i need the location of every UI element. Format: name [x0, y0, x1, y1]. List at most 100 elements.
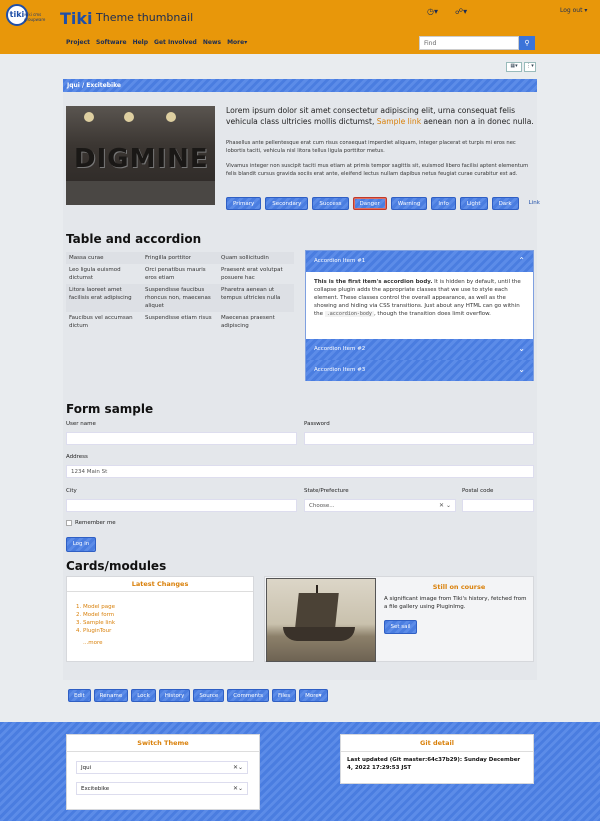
- login-button[interactable]: Log in: [66, 537, 96, 552]
- source-button[interactable]: Source: [193, 689, 225, 702]
- logout-label: Log out: [560, 7, 583, 14]
- accordion-item-2-header[interactable]: Accordion Item #2 ⌄: [306, 339, 533, 360]
- list-item[interactable]: PluginTour: [83, 627, 115, 635]
- sample-link[interactable]: Sample link: [377, 117, 421, 126]
- ship-image: [266, 578, 376, 662]
- table-row: Leo ligula euismod dictumst Orci penatibu…: [66, 264, 294, 284]
- logout-menu[interactable]: Log out ▾: [560, 7, 587, 14]
- accordion-item-2-title: Accordion Item #2: [314, 346, 366, 352]
- search-input[interactable]: Find: [419, 36, 519, 50]
- nav-more[interactable]: More▾: [227, 39, 247, 46]
- still-on-course-text: A significant image from Tiki's history,…: [384, 596, 527, 610]
- form-heading: Form sample: [66, 402, 154, 416]
- paragraph-1: Phasellus ante pellentesque erat cum ris…: [226, 140, 516, 154]
- hero-image: DIGMINE: [66, 106, 215, 205]
- light-button[interactable]: Light: [459, 197, 488, 210]
- table-cell: Leo ligula euismod dictumst: [69, 267, 121, 281]
- password-field[interactable]: [304, 432, 534, 445]
- address-field[interactable]: 1234 Main St: [66, 465, 534, 478]
- accordion-body-bold: This is the first item's accordion body.: [314, 279, 433, 285]
- history-button[interactable]: History: [158, 689, 191, 702]
- secondary-button[interactable]: Secondary: [265, 197, 309, 210]
- remember-label: Remember me: [75, 520, 116, 526]
- primary-button[interactable]: Primary: [226, 197, 262, 210]
- nav-help[interactable]: Help: [133, 39, 148, 46]
- table-cell: Orci penatibus mauris eros etiam: [145, 267, 206, 281]
- paragraph-2: Vivamus integer non suscipit taciti mus …: [226, 163, 529, 177]
- chevron-down-icon: ✕⌄: [232, 764, 243, 771]
- chevron-down-icon: ⌄: [518, 365, 525, 374]
- options-icon[interactable]: ⋮▾: [524, 62, 536, 72]
- nav-get-involved[interactable]: Get Involved: [154, 39, 197, 46]
- lead-text: Lorem ipsum dolor sit amet consectetur a…: [226, 106, 534, 127]
- state-label: State/Prefecture: [304, 488, 349, 494]
- city-field[interactable]: [66, 499, 297, 512]
- files-button[interactable]: Files: [272, 689, 297, 702]
- table-cell: Pharetra aenean ut tempus ultricies null…: [221, 287, 281, 301]
- table-cell: Litora laoreet amet facilisis erat adipi…: [69, 287, 132, 301]
- top-header: tiki wiki cms groupware Tiki Theme thumb…: [0, 0, 600, 54]
- rename-button[interactable]: Rename: [93, 689, 129, 702]
- table-row: Massa curae Fringilla porttitor Quam solli…: [66, 252, 294, 264]
- more-link[interactable]: ...more: [83, 640, 103, 646]
- logo-text: wiki cms groupware: [24, 12, 46, 22]
- remember-checkbox[interactable]: [66, 520, 72, 526]
- chevron-down-icon: ✕⌄: [232, 785, 243, 792]
- switch-theme-title: Switch Theme: [67, 735, 259, 752]
- chevron-up-icon: ⌃: [518, 256, 525, 265]
- accordion-item-3-title: Accordion Item #3: [314, 367, 366, 373]
- username-field[interactable]: [66, 432, 297, 445]
- nav-project[interactable]: Project: [66, 39, 90, 46]
- search-icon[interactable]: ⚲: [519, 36, 535, 50]
- warning-button[interactable]: Warning: [390, 197, 428, 210]
- nav-news[interactable]: News: [203, 39, 221, 46]
- info-button[interactable]: Info: [431, 197, 456, 210]
- accordion-item-1-title: Accordion Item #1: [314, 258, 366, 264]
- theme-option-value: Excitebike: [81, 786, 110, 792]
- theme-select[interactable]: Jqui ✕⌄: [76, 761, 248, 774]
- postal-label: Postal code: [462, 488, 494, 494]
- button-row: Primary Secondary Success Danger Warning…: [226, 197, 546, 210]
- table-accordion-heading: Table and accordion: [66, 232, 202, 246]
- comments-button[interactable]: Comments: [227, 689, 270, 702]
- page-tools-icon[interactable]: ▦▾: [506, 62, 522, 72]
- city-label: City: [66, 488, 77, 494]
- accordion-body-end: , though the transition does limit overf…: [373, 311, 491, 317]
- more-actions-button[interactable]: More▾: [299, 689, 328, 702]
- chevron-down-icon: ✕ ⌄: [439, 502, 451, 509]
- dark-button[interactable]: Dark: [491, 197, 519, 210]
- lock-button[interactable]: Lock: [131, 689, 156, 702]
- set-sail-button[interactable]: Set sail: [384, 620, 417, 634]
- success-button[interactable]: Success: [312, 197, 349, 210]
- address-label: Address: [66, 454, 88, 460]
- state-select[interactable]: Choose... ✕ ⌄: [304, 499, 456, 512]
- share-icon[interactable]: ☍▾: [455, 7, 467, 16]
- accordion-item-3-header[interactable]: Accordion Item #3 ⌄: [306, 360, 533, 381]
- nav-software[interactable]: Software: [96, 39, 127, 46]
- state-select-value: Choose...: [309, 503, 335, 509]
- list-item[interactable]: Sample link: [83, 619, 115, 627]
- breadcrumb[interactable]: Jqui / Excitebike: [63, 79, 537, 92]
- theme-option-select[interactable]: Excitebike ✕⌄: [76, 782, 248, 795]
- page-actions: Edit Rename Lock History Source Comments…: [68, 689, 328, 702]
- table-cell: Massa curae: [69, 255, 104, 261]
- accordion-body: This is the first item's accordion body.…: [306, 272, 533, 339]
- password-label: Password: [304, 421, 330, 427]
- brand-name[interactable]: Tiki: [60, 9, 93, 28]
- table-cell: Suspendisse etiam risus: [145, 315, 212, 321]
- list-item[interactable]: Model page: [83, 603, 115, 611]
- table-cell: Maecenas praesent adipiscing: [221, 315, 275, 329]
- username-label: User name: [66, 421, 96, 427]
- edit-button[interactable]: Edit: [68, 689, 91, 702]
- main-nav: Project Software Help Get Involved News …: [66, 39, 247, 46]
- still-on-course-title: Still on course: [432, 583, 486, 591]
- link-button[interactable]: Link: [523, 197, 546, 210]
- clock-icon[interactable]: ◷▾: [427, 7, 438, 16]
- danger-button[interactable]: Danger: [352, 197, 387, 210]
- git-detail-module: Git detail Last updated (Git master:64c3…: [340, 734, 534, 784]
- site-title: Theme thumbnail: [96, 11, 194, 24]
- list-item[interactable]: Model form: [83, 611, 115, 619]
- postal-field[interactable]: [462, 499, 534, 512]
- accordion-body-code: .accordion-body: [324, 311, 374, 317]
- accordion-item-1-header[interactable]: Accordion Item #1 ⌃: [306, 251, 533, 272]
